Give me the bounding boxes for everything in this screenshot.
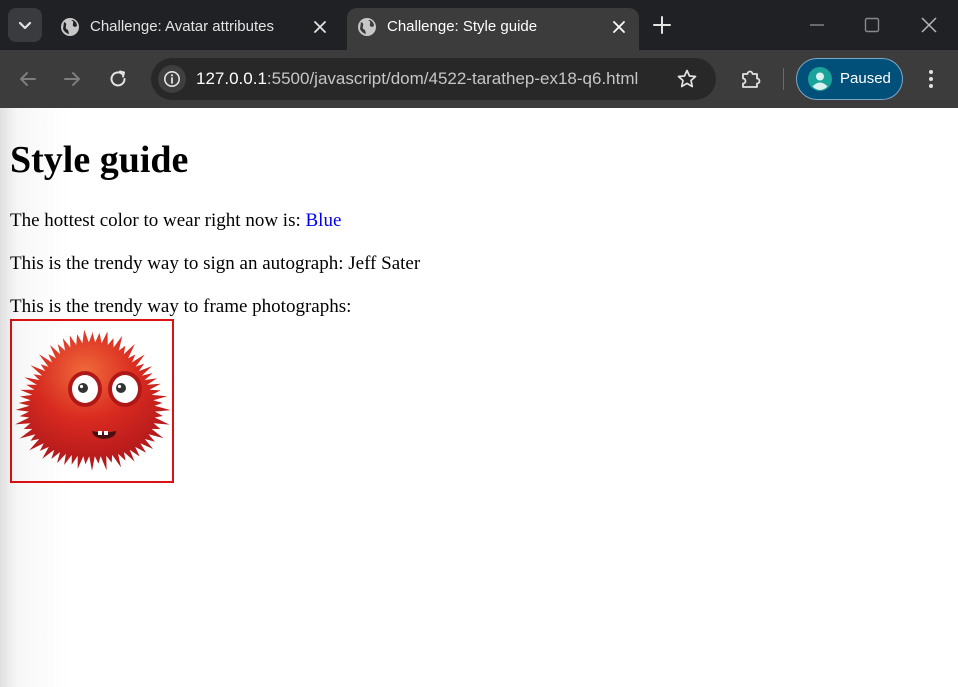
- tab-search-button[interactable]: [8, 8, 42, 42]
- forward-icon[interactable]: [60, 67, 84, 91]
- tab-avatar-attributes[interactable]: Challenge: Avatar attributes: [50, 8, 340, 50]
- globe-icon: [358, 18, 376, 36]
- star-icon[interactable]: [675, 67, 699, 91]
- tab-title: Challenge: Avatar attributes: [90, 18, 275, 35]
- address-bar[interactable]: 127.0.0.1:5500/javascript/dom/4522-tarat…: [151, 58, 716, 100]
- tab-style-guide[interactable]: Challenge: Style guide: [347, 8, 639, 50]
- close-icon[interactable]: [917, 13, 941, 37]
- toolbar-divider: [783, 68, 784, 90]
- hottest-color-label: The hottest color to wear right now is:: [10, 210, 306, 231]
- person-icon: [808, 67, 832, 91]
- globe-icon: [61, 18, 79, 36]
- site-info-button[interactable]: [158, 65, 186, 93]
- toolbar: 127.0.0.1:5500/javascript/dom/4522-tarat…: [0, 50, 958, 108]
- autograph-paragraph: This is the trendy way to sign an autogr…: [10, 253, 421, 274]
- minimize-icon[interactable]: [805, 13, 829, 37]
- frame-paragraph: This is the trendy way to frame photogra…: [10, 296, 352, 317]
- close-icon[interactable]: [611, 19, 627, 35]
- reload-icon[interactable]: [106, 67, 130, 91]
- kebab-menu-icon[interactable]: [919, 67, 943, 91]
- close-icon[interactable]: [312, 19, 328, 35]
- hottest-color-paragraph: The hottest color to wear right now is: …: [10, 209, 341, 233]
- url-host: 127.0.0.1: [196, 69, 267, 88]
- hottest-color-value: Blue: [305, 210, 342, 231]
- plus-icon[interactable]: [650, 13, 674, 37]
- red-monster-avatar-image: [15, 329, 171, 471]
- url-path: :5500/javascript/dom/4522-tarathep-ex18-…: [266, 69, 639, 88]
- puzzle-icon[interactable]: [738, 66, 764, 92]
- maximize-icon[interactable]: [860, 13, 884, 37]
- tab-strip: Challenge: Avatar attributes Challenge: …: [0, 0, 958, 50]
- profile-label: Paused: [840, 70, 891, 87]
- url-text: 127.0.0.1:5500/javascript/dom/4522-tarat…: [196, 69, 638, 89]
- page-viewport: Style guide The hottest color to wear ri…: [0, 108, 958, 687]
- framed-photo: [10, 319, 174, 483]
- profile-button[interactable]: Paused: [796, 58, 903, 100]
- page-title: Style guide: [10, 139, 189, 181]
- tab-search-icon: [18, 21, 32, 30]
- back-icon[interactable]: [16, 67, 40, 91]
- site-info-icon: [164, 71, 180, 87]
- tab-title: Challenge: Style guide: [387, 18, 538, 35]
